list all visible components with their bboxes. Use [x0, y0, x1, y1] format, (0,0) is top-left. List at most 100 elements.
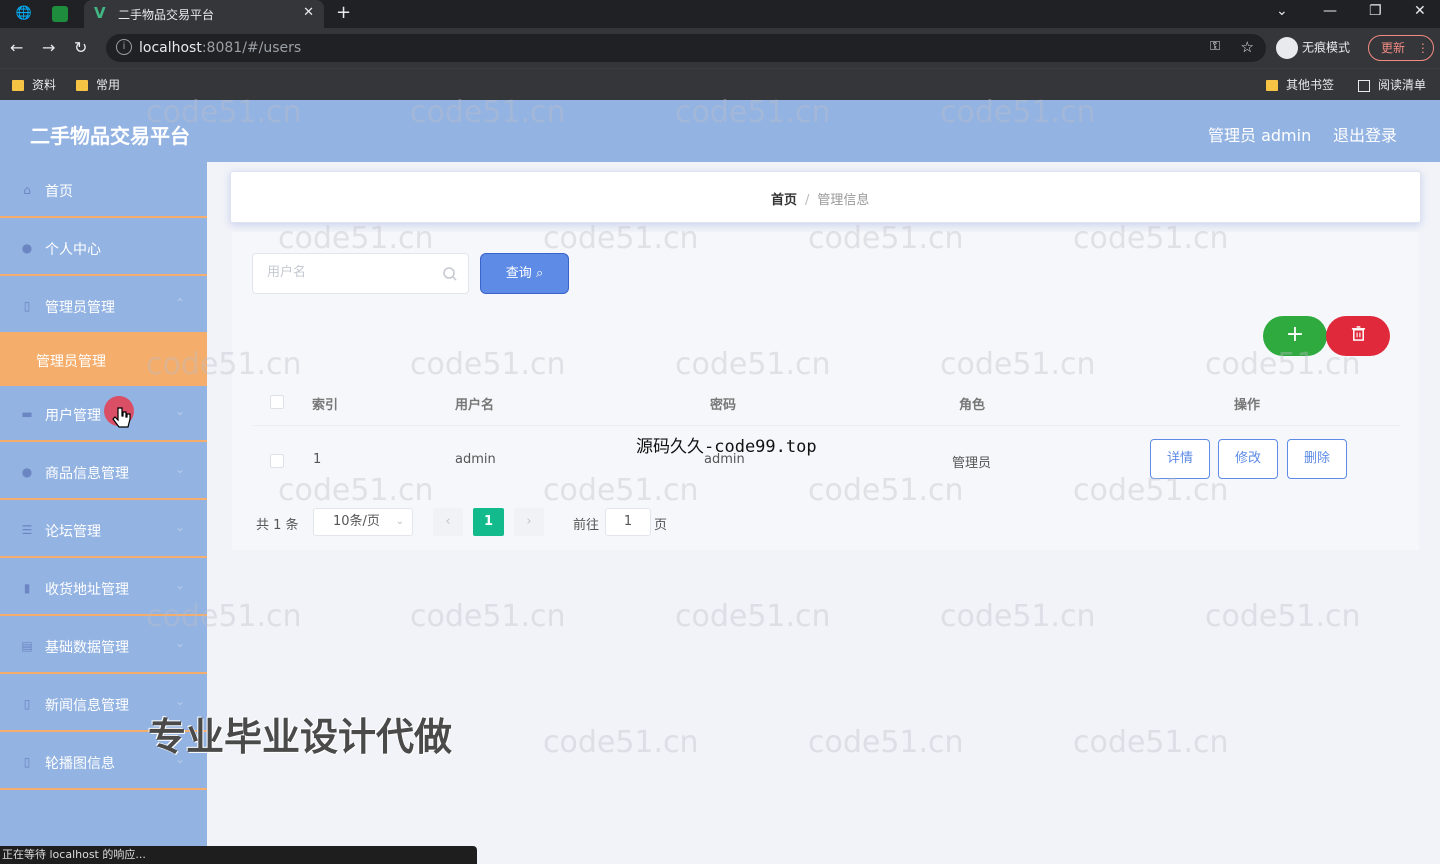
watermark: code51.cn	[410, 599, 566, 634]
detail-button[interactable]: 详情	[1150, 439, 1210, 479]
cell-username: admin	[455, 452, 496, 467]
folder-icon	[76, 80, 88, 91]
star-icon[interactable]: ☆	[1241, 38, 1254, 56]
box-icon: ▤	[21, 639, 33, 653]
new-tab-icon[interactable]: +	[336, 2, 351, 23]
breadcrumb: 首页 / 管理信息	[771, 189, 869, 208]
select-all-checkbox[interactable]	[270, 395, 284, 409]
search-input[interactable]	[267, 265, 437, 280]
edit-button[interactable]: 修改	[1218, 439, 1278, 479]
browser-tabbar: 🌐 V 二手物品交易平台 ✕ + ⌄ — ❐ ✕	[0, 0, 1440, 28]
sidebar-item-label: 首页	[45, 184, 73, 200]
cell-role: 管理员	[952, 456, 992, 471]
url-bar[interactable]: i localhost:8081/#/users ⚿ ☆	[106, 34, 1266, 62]
sidebar-item-label: 个人中心	[45, 242, 101, 258]
forward-icon[interactable]: →	[42, 38, 55, 57]
tab-title: 二手物品交易平台	[118, 8, 215, 22]
sidebar-subitem-admin-manage[interactable]: 管理员管理	[0, 334, 207, 386]
batch-delete-button[interactable]	[1326, 316, 1390, 356]
watermark: code51.cn	[940, 599, 1096, 634]
sidebar-item-admin-manage[interactable]: ▯ 管理员管理 ⌃	[0, 278, 207, 334]
page-size-select[interactable]: 10条/页 ⌄	[313, 508, 413, 536]
chevron-down-icon: ⌄	[174, 636, 185, 650]
search-button[interactable]: 查询 ⌕	[480, 253, 569, 294]
sidebar-item-label: 新闻信息管理	[45, 698, 129, 714]
add-button[interactable]: +	[1263, 316, 1327, 356]
sidebar-item-label: 用户管理	[45, 408, 101, 424]
column-header-username: 用户名	[455, 398, 495, 413]
sidebar-item-forum[interactable]: ☰ 论坛管理 ⌄	[0, 502, 207, 558]
update-button[interactable]: 更新 ⋮	[1368, 35, 1434, 61]
incognito-icon	[1276, 37, 1298, 59]
user-icon: ●	[21, 465, 33, 479]
breadcrumb-current: 管理信息	[817, 193, 870, 208]
current-user: 管理员 admin	[1208, 126, 1312, 145]
doc-icon: ▯	[23, 697, 31, 711]
watermark: code51.cn	[808, 725, 964, 760]
image-icon: ▯	[23, 755, 31, 769]
minimize-icon[interactable]: —	[1323, 3, 1337, 19]
reload-icon[interactable]: ↻	[74, 38, 87, 57]
chevron-down-icon: ⌄	[174, 462, 185, 476]
sidebar-item-label: 论坛管理	[45, 524, 101, 540]
column-header-password: 密码	[710, 398, 737, 413]
sidebar-subitem-label: 管理员管理	[36, 354, 106, 370]
sidebar-item-basedata[interactable]: ▤ 基础数据管理 ⌄	[0, 618, 207, 674]
sidebar-item-label: 基础数据管理	[45, 640, 129, 656]
plus-icon: +	[1285, 322, 1305, 347]
info-icon[interactable]: i	[116, 39, 132, 55]
delete-button[interactable]: 删除	[1287, 439, 1347, 479]
group-icon: ▬	[21, 407, 33, 421]
address-toolbar: ← → ↻ i localhost:8081/#/users ⚿ ☆ 无痕模式 …	[0, 28, 1440, 68]
home-icon: ⌂	[23, 183, 31, 197]
app-title: 二手物品交易平台	[30, 124, 190, 148]
bookmark-folder[interactable]: 资料	[12, 76, 56, 93]
sidebar-item-profile[interactable]: ● 个人中心	[0, 220, 207, 276]
restore-icon[interactable]: ❐	[1369, 3, 1382, 19]
tab-search-icon[interactable]: ⌄	[1276, 3, 1288, 19]
incognito-indicator[interactable]: 无痕模式	[1276, 37, 1350, 59]
browser-status-bar: 正在等待 localhost 的响应...	[0, 846, 477, 864]
ad-overlay-text: 专业毕业设计代做	[148, 715, 453, 759]
sidebar-item-label: 管理员管理	[45, 300, 115, 316]
browser-tab[interactable]: V 二手物品交易平台 ✕	[84, 0, 324, 28]
reading-list[interactable]: 阅读清单	[1358, 76, 1426, 93]
chevron-down-icon: ⌄	[174, 578, 185, 592]
back-icon[interactable]: ←	[10, 38, 23, 57]
page-number-current[interactable]: 1	[473, 508, 504, 536]
breadcrumb-home[interactable]: 首页	[771, 193, 797, 208]
hand-cursor-icon	[112, 407, 131, 428]
watermark: code51.cn	[1205, 599, 1361, 634]
key-icon[interactable]: ⚿	[1210, 39, 1220, 54]
close-window-icon[interactable]: ✕	[1414, 3, 1426, 19]
username-search-input[interactable]	[252, 253, 469, 294]
sidebar-item-goods[interactable]: ● 商品信息管理 ⌄	[0, 444, 207, 500]
url-text: localhost:8081/#/users	[139, 40, 302, 56]
next-page-button[interactable]: ›	[514, 508, 544, 536]
bookmark-folder[interactable]: 常用	[76, 76, 120, 93]
watermark: code51.cn	[1073, 725, 1229, 760]
logout-link[interactable]: 退出登录	[1333, 122, 1397, 146]
goto-page-input[interactable]: 1	[605, 508, 651, 536]
sidebar-item-label: 收货地址管理	[45, 582, 129, 598]
row-checkbox[interactable]	[270, 454, 284, 468]
chevron-up-icon: ⌃	[174, 296, 185, 310]
search-icon: ⌕	[535, 266, 544, 281]
sidebar-item-label: 商品信息管理	[45, 466, 129, 482]
close-tab-icon[interactable]: ✕	[303, 5, 314, 20]
goto-label: 前往	[573, 518, 600, 533]
sidebar-item-address[interactable]: ▮ 收货地址管理 ⌄	[0, 560, 207, 616]
watermark: code51.cn	[543, 725, 699, 760]
sidebar-item-home[interactable]: ⌂ 首页	[0, 162, 207, 218]
chevron-down-icon: ⌄	[395, 516, 404, 527]
folder-icon	[12, 80, 24, 91]
globe-icon[interactable]: 🌐	[14, 4, 34, 24]
chevron-down-icon: ⌄	[174, 520, 185, 534]
prev-page-button[interactable]: ‹	[433, 508, 463, 536]
other-bookmarks[interactable]: 其他书签	[1266, 76, 1334, 93]
extension-icon[interactable]	[52, 6, 68, 22]
reading-list-icon	[1358, 79, 1370, 92]
site-overlay-text: 源码久久-code99.top	[636, 437, 817, 457]
column-header-index: 索引	[312, 398, 339, 413]
total-count: 共 1 条	[256, 518, 299, 533]
